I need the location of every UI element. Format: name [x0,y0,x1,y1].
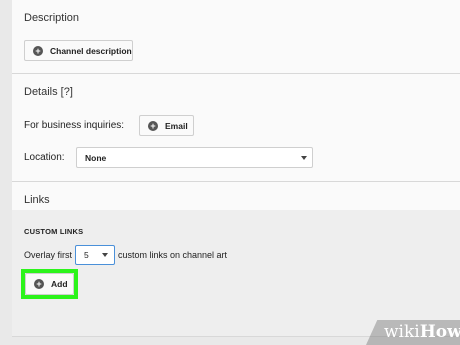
location-label: Location: [24,152,65,163]
links-title: Links [24,194,50,206]
location-value: None [85,152,107,163]
business-inquiries-label: For business inquiries: [24,120,125,131]
divider [12,181,460,182]
email-button[interactable]: + Email [139,115,194,136]
add-button-highlight [21,269,78,299]
overlay-count-select[interactable]: 5 [75,245,115,265]
chevron-down-icon [102,253,108,257]
add-circle-icon: + [148,120,158,131]
channel-description-button[interactable]: + Channel description [24,40,133,61]
channel-description-label: Channel description [50,45,132,56]
chevron-down-icon [301,156,307,160]
description-title: Description [24,12,80,24]
wikihow-watermark: wikiHow [366,320,460,345]
email-button-label: Email [165,120,188,131]
divider [12,73,460,74]
custom-links-heading: CUSTOM LINKS [24,227,84,236]
add-circle-icon: + [33,45,43,56]
details-title: Details [?] [24,86,73,98]
overlay-prefix-label: Overlay first [24,250,73,260]
overlay-suffix-label: custom links on channel art [118,250,228,260]
watermark-wiki: wiki [384,322,420,342]
overlay-count-value: 5 [84,250,89,260]
location-select[interactable]: None [76,147,313,168]
watermark-how: How [419,322,460,342]
